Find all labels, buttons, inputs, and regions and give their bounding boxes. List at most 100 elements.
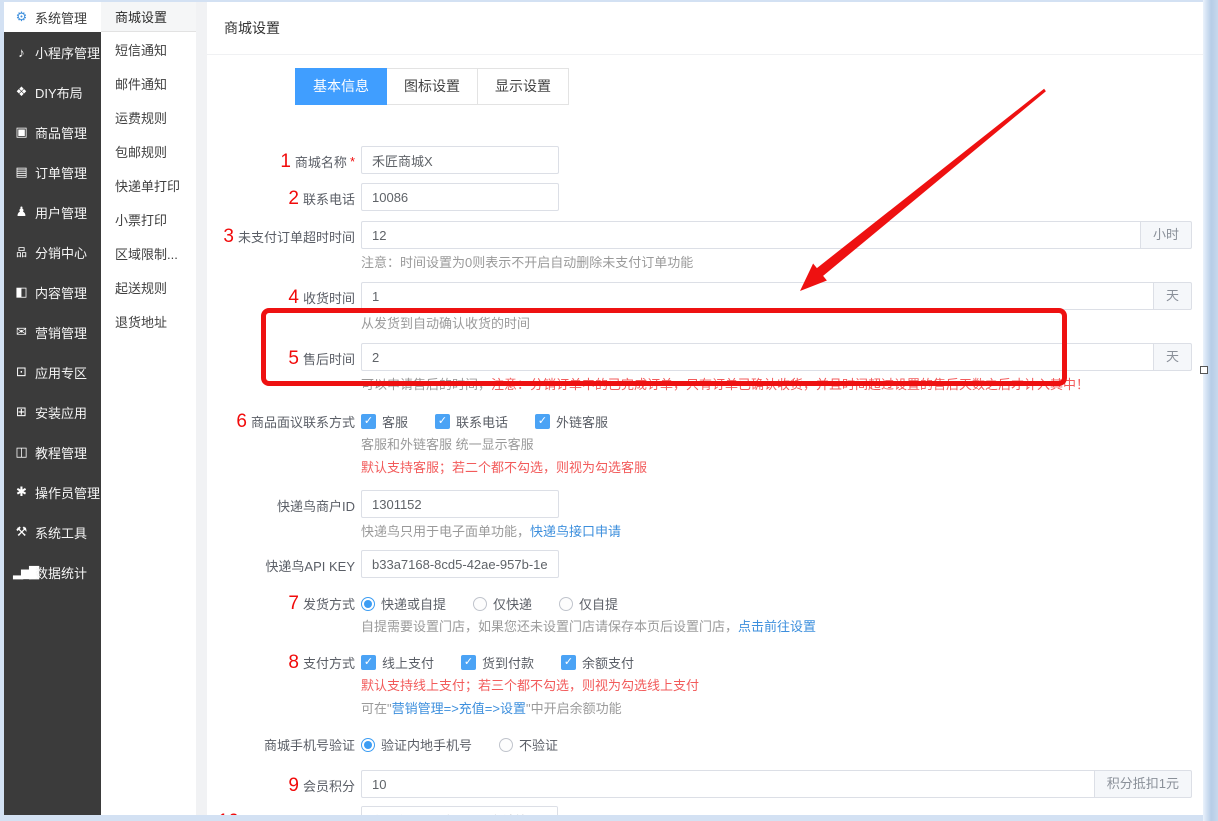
sidebar-item-label: 内容管理 [35,283,87,302]
sidebar-item-orders[interactable]: ▤ 订单管理 [4,152,101,192]
sidebar-item-diy-layout[interactable]: ❖ DIY布局 [4,72,101,112]
annotation-number: 6 [236,412,247,431]
radio-icon [499,738,513,752]
annotation-number: 5 [288,349,299,368]
form-row-kdniao-id: 快递鸟商户ID 快递鸟只用于电子面单功能，快递鸟接口申请 [207,490,1192,541]
sidebar-item-miniprogram[interactable]: ♪ 小程序管理 [4,32,101,72]
receive-time-input[interactable] [361,282,1154,310]
marketing-recharge-settings-link[interactable]: 营销管理=>充值=>设置 [392,701,526,716]
orders-icon: ▤ [13,164,30,180]
checkbox-checked-icon: ✓ [461,655,476,670]
radio-verify-mainland[interactable]: 验证内地手机号 [361,735,472,754]
sidebar-item-statistics[interactable]: ▂▅▇ 数据统计 [4,552,101,592]
layout-gap [196,2,207,815]
kdniao-merchant-id-input[interactable] [361,490,559,518]
radio-icon [473,597,487,611]
go-to-settings-link[interactable]: 点击前往设置 [738,619,816,634]
annotation-handle [1200,366,1208,374]
submenu-item-region-limit[interactable]: 区域限制... [101,236,196,270]
radio-no-verify[interactable]: 不验证 [499,735,558,754]
checkbox-external-service[interactable]: ✓外链客服 [535,412,608,431]
submenu-item-mall-settings[interactable]: 商城设置 [101,2,196,32]
kdniao-apply-link[interactable]: 快递鸟接口申请 [530,524,621,539]
radio-express-or-pickup[interactable]: 快递或自提 [361,594,446,613]
submenu-item-return-address[interactable]: 退货地址 [101,304,196,338]
field-note: 可以申请售后的时间，注意：分销订单中的已完成订单，只有订单已确认收货，并且时间超… [361,376,1192,394]
submenu-item-email-notify[interactable]: 邮件通知 [101,66,196,100]
warning-text: 默认支持线上支付；若三个都不勾选，则视为勾选线上支付 [361,678,699,693]
mall-name-input[interactable] [361,146,559,174]
field-note: 注意：时间设置为0则表示不开启自动删除未支付订单功能 [361,254,1192,272]
checkbox-cod[interactable]: ✓货到付款 [461,653,534,672]
basic-info-form: 1 商城名称 * 2 联系电话 3 未支付订单超时时间 小时 [207,146,1203,815]
checkbox-balance-pay[interactable]: ✓余额支付 [561,653,634,672]
sidebar-item-apps-zone[interactable]: ⊡ 应用专区 [4,352,101,392]
sidebar-item-marketing[interactable]: ✉ 营销管理 [4,312,101,352]
tab-display-settings[interactable]: 显示设置 [478,68,569,105]
sidebar-item-label: 系统管理 [35,8,87,27]
field-note: 自提需要设置门店，如果您还未设置门店请保存本页后设置门店，点击前往设置 [361,618,1192,636]
gear-icon: ⚙ [13,9,30,25]
form-row-phone-verify: 商城手机号验证 验证内地手机号 不验证 [207,729,1192,754]
apps-zone-icon: ⊡ [13,364,30,380]
kdniao-api-key-input[interactable] [361,550,559,578]
member-points-input[interactable] [361,770,1095,798]
users-icon: ♟ [13,204,30,220]
field-note: 客服和外链客服 统一显示客服 [361,436,1192,454]
form-row-payment-method: 8 支付方式 ✓线上支付 ✓货到付款 ✓余额支付 默认支持线上支付；若三个都不勾… [207,647,1192,718]
checkbox-online-pay[interactable]: ✓线上支付 [361,653,434,672]
tab-icon-settings[interactable]: 图标设置 [387,68,478,105]
unpaid-timeout-input[interactable] [361,221,1141,249]
warning-text: 默认支持客服；若二个都不勾选，则视为勾选客服 [361,460,647,475]
sidebar-item-install-apps[interactable]: ⊞ 安装应用 [4,392,101,432]
submenu-item-freight-rules[interactable]: 运费规则 [101,100,196,134]
sidebar-item-goods[interactable]: ▣ 商品管理 [4,112,101,152]
points-rules-textarea[interactable]: 积分使用规则用于用户结算页说明显示，为了更好体验字数最好不要超过80字! [361,806,558,815]
radio-pickup-only[interactable]: 仅自提 [559,594,618,613]
sidebar-item-tutorials[interactable]: ◫ 教程管理 [4,432,101,472]
main-panel: 商城设置 基本信息 图标设置 显示设置 1 商城名称 * 2 联系电话 3 [207,2,1203,815]
sidebar-item-operators[interactable]: ✱ 操作员管理 [4,472,101,512]
sidebar-item-label: 操作员管理 [35,483,100,502]
primary-sidebar: ⚙ 系统管理 ♪ 小程序管理 ❖ DIY布局 ▣ 商品管理 ▤ 订单管理 ♟ 用… [4,2,101,815]
operators-icon: ✱ [13,484,30,500]
field-note: 快递鸟只用于电子面单功能，快递鸟接口申请 [361,523,1192,541]
required-asterisk: * [350,154,355,169]
contact-phone-input[interactable] [361,183,559,211]
settings-tabs: 基本信息 图标设置 显示设置 [295,68,1203,105]
diy-layout-icon: ❖ [13,84,30,100]
sidebar-item-label: 商品管理 [35,123,87,142]
form-row-shipping-method: 7 发货方式 快递或自提 仅快递 仅自提 自提需要设置门店，如果您还未设置门店请… [207,588,1192,636]
checkbox-checked-icon: ✓ [561,655,576,670]
checkbox-contact-phone[interactable]: ✓联系电话 [435,412,508,431]
annotation-number: 8 [288,653,299,672]
miniprogram-icon: ♪ [13,45,30,60]
submenu-item-min-delivery-rules[interactable]: 起送规则 [101,270,196,304]
submenu-item-sms-notify[interactable]: 短信通知 [101,32,196,66]
tab-basic-info[interactable]: 基本信息 [295,68,387,105]
content-icon: ◧ [13,284,30,300]
sidebar-item-label: 系统工具 [35,523,87,542]
checkbox-customer-service[interactable]: ✓客服 [361,412,408,431]
sidebar-item-distribution[interactable]: 品 分销中心 [4,232,101,272]
submenu-item-free-shipping-rules[interactable]: 包邮规则 [101,134,196,168]
field-note: 可在"营销管理=>充值=>设置"中开启余额功能 [361,700,1192,718]
sidebar-item-users[interactable]: ♟ 用户管理 [4,192,101,232]
sidebar-item-label: 教程管理 [35,443,87,462]
radio-express-only[interactable]: 仅快递 [473,594,532,613]
sidebar-item-label: 营销管理 [35,323,87,342]
sidebar-item-tools[interactable]: ⚒ 系统工具 [4,512,101,552]
annotation-number: 4 [288,288,299,307]
sidebar-item-system[interactable]: ⚙ 系统管理 [4,2,101,32]
window-right-edge [1203,0,1218,821]
submenu-item-receipt-print[interactable]: 小票打印 [101,202,196,236]
aftersale-time-input[interactable] [361,343,1154,371]
field-note: 默认支持线上支付；若三个都不勾选，则视为勾选线上支付 [361,677,1192,695]
sidebar-item-label: 分销中心 [35,243,87,262]
secondary-sidebar: 商城设置 短信通知 邮件通知 运费规则 包邮规则 快递单打印 小票打印 区域限制… [101,2,196,815]
submenu-item-express-print[interactable]: 快递单打印 [101,168,196,202]
checkbox-checked-icon: ✓ [435,414,450,429]
sidebar-item-label: 小程序管理 [35,43,100,62]
sidebar-item-content[interactable]: ◧ 内容管理 [4,272,101,312]
field-note: 默认支持客服；若二个都不勾选，则视为勾选客服 [361,459,1192,477]
